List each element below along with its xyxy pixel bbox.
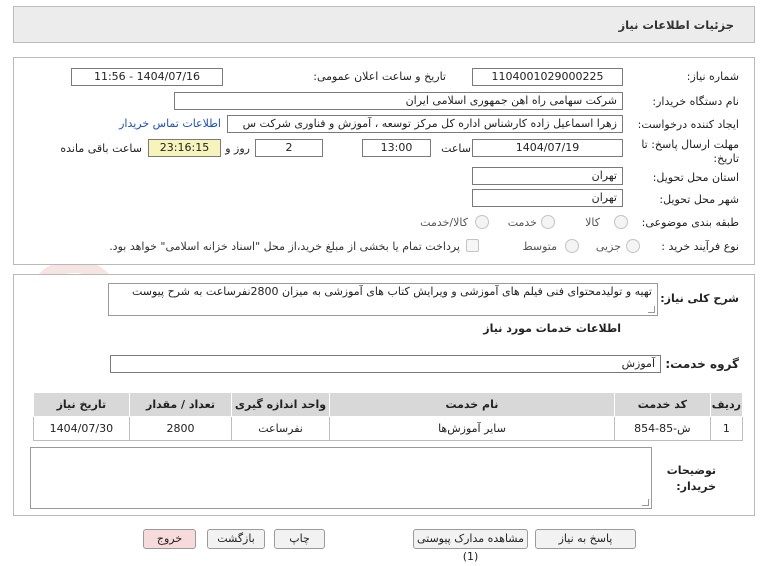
page-title: جزئیات اطلاعات نیاز <box>618 18 734 32</box>
remaining-time-field: 23:16:15 <box>148 139 221 157</box>
deadline-time-label: ساعت <box>441 142 471 155</box>
remaining-time-label: ساعت باقی مانده <box>60 142 142 155</box>
buyer-org-label: نام دستگاه خریدار: <box>652 95 739 108</box>
cell-unit: نفرساعت <box>231 416 330 441</box>
view-attachments-button[interactable]: مشاهده مدارک پیوستی (1) <box>413 529 528 563</box>
announce-datetime-field[interactable]: 1404/07/16 - 11:56 <box>71 68 223 86</box>
deadline-time-field[interactable]: 13:00 <box>362 139 431 157</box>
buyer-notes-label: توضیحات <box>666 464 716 477</box>
category-radio-goods[interactable] <box>614 215 628 229</box>
page-header: جزئیات اطلاعات نیاز <box>13 6 755 43</box>
service-group-label: گروه خدمت: <box>665 357 739 371</box>
col-row: ردیف <box>709 392 744 417</box>
process-radio-medium[interactable] <box>565 239 579 253</box>
requester-field[interactable]: زهرا اسماعیل زاده کارشناس اداره کل مرکز … <box>227 115 623 133</box>
col-unit: واحد اندازه گیری <box>231 392 330 417</box>
reply-button[interactable]: پاسخ به نیاز <box>535 529 636 549</box>
buyer-notes-label-2: خریدار: <box>676 480 716 493</box>
description-textarea[interactable]: تهیه و تولیدمحتوای فنی فیلم های آموزشی و… <box>108 283 658 316</box>
process-option-minor: جزیی <box>595 240 621 253</box>
need-number-field[interactable]: 1104001029000225 <box>472 68 623 86</box>
need-info-panel <box>13 57 755 265</box>
announce-datetime-label: تاریخ و ساعت اعلان عمومی: <box>313 70 446 83</box>
buyer-org-field[interactable]: شرکت سهامی راه اهن جمهوری اسلامی ایران <box>174 92 623 110</box>
cell-row: 1 <box>709 416 744 441</box>
services-table-header: تاریخ نیاز تعداد / مقدار واحد اندازه گیر… <box>33 392 744 417</box>
process-radio-minor[interactable] <box>626 239 640 253</box>
description-label: شرح کلی نیاز: <box>660 292 739 305</box>
resize-handle-icon[interactable] <box>648 306 655 313</box>
resize-handle-icon[interactable] <box>642 499 649 506</box>
cell-service-code: ش-85-854 <box>614 416 711 441</box>
city-field[interactable]: تهران <box>472 189 623 207</box>
days-label: روز و <box>225 142 250 155</box>
province-label: استان محل تحویل: <box>652 171 739 184</box>
category-option-service: خدمت <box>507 216 537 229</box>
services-section-title: اطلاعات خدمات مورد نیاز <box>483 322 621 335</box>
services-table: تاریخ نیاز تعداد / مقدار واحد اندازه گیر… <box>33 392 744 441</box>
requester-label: ایجاد کننده درخواست: <box>637 118 739 131</box>
col-need-date: تاریخ نیاز <box>33 392 130 417</box>
category-label: طبقه بندی موضوعی: <box>641 216 739 229</box>
category-radio-goods-service[interactable] <box>475 215 489 229</box>
need-number-label: شماره نیاز: <box>686 70 739 83</box>
province-field[interactable]: تهران <box>472 167 623 185</box>
treasury-payment-checkbox[interactable] <box>466 239 479 252</box>
category-option-goods: کالا <box>585 216 600 229</box>
print-button[interactable]: چاپ <box>274 529 325 549</box>
deadline-label: مهلت ارسال پاسخ: تا <box>641 138 739 151</box>
service-group-field[interactable]: آموزش <box>110 355 661 373</box>
col-service-code: کد خدمت <box>614 392 711 417</box>
process-option-medium: متوسط <box>522 240 557 253</box>
buyer-contact-link[interactable]: اطلاعات تماس خریدار <box>119 117 221 130</box>
exit-button[interactable]: خروج <box>143 529 196 549</box>
cell-quantity: 2800 <box>128 416 233 441</box>
deadline-date-field[interactable]: 1404/07/19 <box>472 139 623 157</box>
process-type-label: نوع فرآیند خرید : <box>661 240 739 253</box>
description-text: تهیه و تولیدمحتوای فنی فیلم های آموزشی و… <box>131 285 652 298</box>
table-row: 1404/07/30 2800 نفرساعت سایر آموزش‌ها ش-… <box>33 416 744 441</box>
days-remaining-field[interactable]: 2 <box>255 139 323 157</box>
cell-need-date: 1404/07/30 <box>33 416 130 441</box>
col-quantity: تعداد / مقدار <box>128 392 233 417</box>
cell-service-name: سایر آموزش‌ها <box>328 416 616 441</box>
city-label: شهر محل تحویل: <box>659 193 739 206</box>
category-option-goods-service: کالا/خدمت <box>420 216 468 229</box>
category-radio-service[interactable] <box>541 215 555 229</box>
buyer-notes-textarea[interactable] <box>30 447 652 509</box>
deadline-date-label: تاریخ: <box>713 152 739 165</box>
treasury-payment-note: پرداخت تمام یا بخشی از مبلغ خرید،از محل … <box>109 240 460 253</box>
col-service-name: نام خدمت <box>328 392 616 417</box>
back-button[interactable]: بازگشت <box>207 529 265 549</box>
